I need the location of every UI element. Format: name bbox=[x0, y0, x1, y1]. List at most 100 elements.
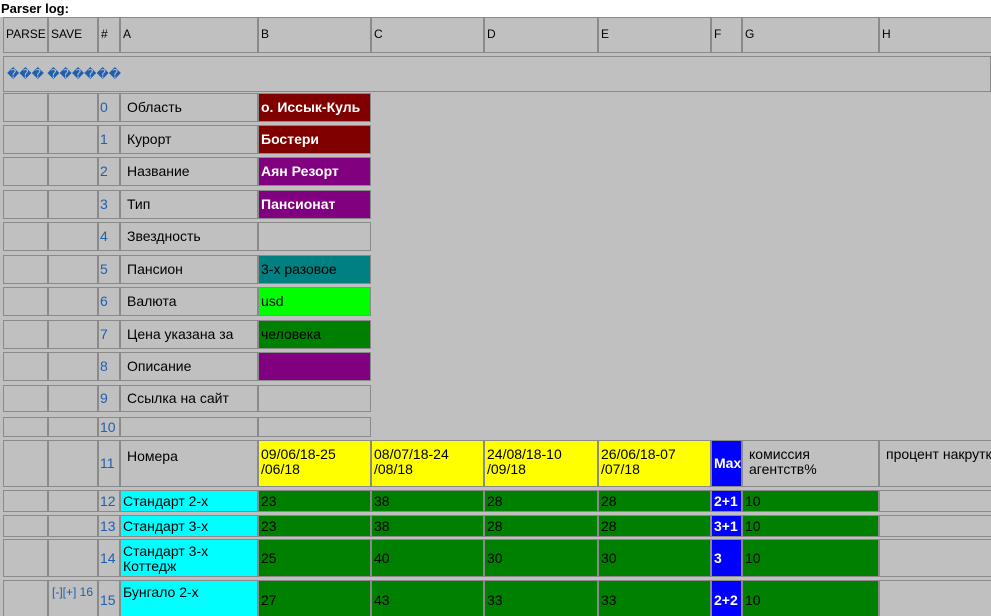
parameter-row: 0 Область о. Иссык-Куль bbox=[0, 93, 991, 122]
parameter-label: Тип bbox=[120, 190, 258, 219]
room-price: 27 bbox=[258, 580, 371, 616]
parameter-value: о. Иссык-Куль bbox=[258, 93, 371, 122]
room-price: 25 bbox=[258, 539, 371, 577]
parameter-row: 5 Пансион 3-х разовое bbox=[0, 255, 991, 284]
room-price: 38 bbox=[371, 515, 484, 537]
parse-cell[interactable] bbox=[3, 222, 48, 251]
save-controls[interactable] bbox=[48, 490, 98, 512]
markup-value bbox=[879, 539, 991, 577]
row-number: 15 bbox=[98, 580, 120, 616]
save-cell[interactable] bbox=[48, 352, 98, 381]
room-row: 12 Стандарт 2-х 23 38 28 28 2+1 10 bbox=[0, 490, 991, 512]
parse-cell[interactable] bbox=[3, 385, 48, 412]
row-number: 12 bbox=[98, 490, 120, 512]
max-occupancy: 2+2 bbox=[711, 580, 742, 616]
parse-cell[interactable] bbox=[3, 320, 48, 349]
column-header-g: G bbox=[742, 17, 879, 53]
room-price: 33 bbox=[484, 580, 598, 616]
save-cell[interactable] bbox=[48, 320, 98, 349]
parse-cell[interactable] bbox=[3, 255, 48, 284]
max-header: Max bbox=[711, 440, 742, 487]
parameter-label: Пансион bbox=[120, 255, 258, 284]
parameter-row: 9 Ссылка на сайт bbox=[0, 385, 991, 412]
room-row: 14 Стандарт 3-х Коттедж 25 40 30 30 3 10 bbox=[0, 539, 991, 577]
save-controls[interactable]: [-][+] 16 bbox=[48, 580, 98, 616]
save-cell[interactable] bbox=[48, 190, 98, 219]
row-number: 2 bbox=[98, 157, 120, 186]
max-occupancy: 3 bbox=[711, 539, 742, 577]
room-name: Стандарт 3-х bbox=[120, 515, 258, 537]
row-number: 8 bbox=[98, 352, 120, 381]
row-number: 7 bbox=[98, 320, 120, 349]
room-price: 28 bbox=[598, 515, 711, 537]
max-occupancy: 2+1 bbox=[711, 490, 742, 512]
room-name: Стандарт 3-х Коттедж bbox=[120, 539, 258, 577]
parameter-value bbox=[258, 352, 371, 381]
parse-cell[interactable] bbox=[3, 539, 48, 577]
save-cell[interactable] bbox=[48, 385, 98, 412]
row-number: 0 bbox=[98, 93, 120, 122]
column-header-d: D bbox=[484, 17, 598, 53]
room-price: 23 bbox=[258, 490, 371, 512]
parse-cell[interactable] bbox=[3, 190, 48, 219]
row-number: 14 bbox=[98, 539, 120, 577]
save-controls[interactable] bbox=[48, 539, 98, 577]
save-cell[interactable] bbox=[48, 417, 98, 437]
column-header-e: E bbox=[598, 17, 711, 53]
parse-cell[interactable] bbox=[3, 515, 48, 537]
parse-cell[interactable] bbox=[3, 93, 48, 122]
room-price: 43 bbox=[371, 580, 484, 616]
room-row: 13 Стандарт 3-х 23 38 28 28 3+1 10 bbox=[0, 515, 991, 537]
parse-cell[interactable] bbox=[3, 352, 48, 381]
save-cell[interactable] bbox=[48, 157, 98, 186]
parameter-row: 6 Валюта usd bbox=[0, 287, 991, 316]
save-cell[interactable] bbox=[48, 287, 98, 316]
column-header-save: SAVE bbox=[48, 17, 98, 53]
row-number: 11 bbox=[98, 440, 120, 487]
parameter-row: 3 Тип Пансионат bbox=[0, 190, 991, 219]
parse-cell[interactable] bbox=[3, 490, 48, 512]
parse-cell[interactable] bbox=[3, 157, 48, 186]
save-controls[interactable] bbox=[48, 515, 98, 537]
rooms-label: Номера bbox=[120, 440, 258, 487]
parameter-value bbox=[258, 222, 371, 251]
parameter-value: Пансионат bbox=[258, 190, 371, 219]
room-price: 28 bbox=[484, 490, 598, 512]
parse-cell[interactable] bbox=[3, 125, 48, 154]
period-4: 26/06/18-07 /07/18 bbox=[598, 440, 711, 487]
markup-value bbox=[879, 580, 991, 616]
room-name: Стандарт 2-х bbox=[120, 490, 258, 512]
save-cell[interactable] bbox=[48, 255, 98, 284]
parse-cell[interactable] bbox=[3, 287, 48, 316]
parse-cell[interactable] bbox=[3, 440, 48, 487]
parameter-value: Аян Резорт bbox=[258, 157, 371, 186]
parameter-label: Курорт bbox=[120, 125, 258, 154]
parameter-value: Бостери bbox=[258, 125, 371, 154]
period-2: 08/07/18-24 /08/18 bbox=[371, 440, 484, 487]
save-cell[interactable] bbox=[48, 440, 98, 487]
room-price: 30 bbox=[598, 539, 711, 577]
column-header-h: H bbox=[879, 17, 991, 53]
row-number: 6 bbox=[98, 287, 120, 316]
room-price: 28 bbox=[598, 490, 711, 512]
parse-cell[interactable] bbox=[3, 417, 48, 437]
column-header-f: F bbox=[711, 17, 742, 53]
parse-cell[interactable] bbox=[3, 580, 48, 616]
parameter-row: 8 Описание bbox=[0, 352, 991, 381]
parser-log-title: Parser log: bbox=[1, 1, 69, 16]
markup-value bbox=[879, 515, 991, 537]
parameter-label: Область bbox=[120, 93, 258, 122]
parameter-row: 1 Курорт Бостери bbox=[0, 125, 991, 154]
commission-header: комиссия агентств% bbox=[742, 440, 879, 487]
parameter-label bbox=[120, 417, 258, 437]
parameter-value: 3-х разовое bbox=[258, 255, 371, 284]
column-header-number: # bbox=[98, 17, 120, 53]
save-cell[interactable] bbox=[48, 222, 98, 251]
save-cell[interactable] bbox=[48, 93, 98, 122]
row-number: 13 bbox=[98, 515, 120, 537]
save-cell[interactable] bbox=[48, 125, 98, 154]
period-3: 24/08/18-10 /09/18 bbox=[484, 440, 598, 487]
commission-value: 10 bbox=[742, 490, 879, 512]
room-price: 38 bbox=[371, 490, 484, 512]
parse-message: ��� ������ bbox=[3, 56, 991, 92]
